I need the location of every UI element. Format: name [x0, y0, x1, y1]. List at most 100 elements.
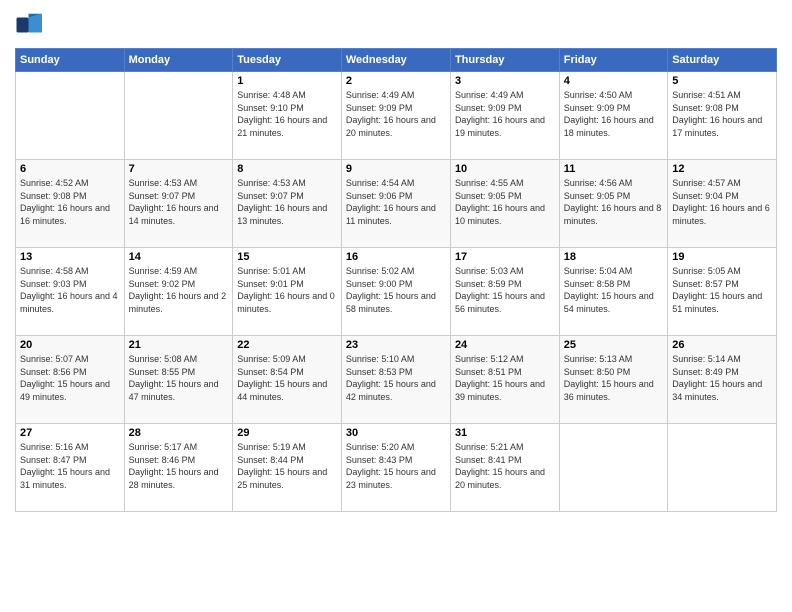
calendar-cell: 9 Sunrise: 4:54 AMSunset: 9:06 PMDaylight… — [341, 160, 450, 248]
day-info: Sunrise: 5:07 AMSunset: 8:56 PMDaylight:… — [20, 353, 120, 403]
calendar-cell: 13 Sunrise: 4:58 AMSunset: 9:03 PMDayligh… — [16, 248, 125, 336]
calendar-cell: 31 Sunrise: 5:21 AMSunset: 8:41 PMDayligh… — [450, 424, 559, 512]
logo-icon — [15, 10, 45, 40]
calendar-cell: 8 Sunrise: 4:53 AMSunset: 9:07 PMDaylight… — [233, 160, 342, 248]
calendar-cell: 18 Sunrise: 5:04 AMSunset: 8:58 PMDayligh… — [559, 248, 667, 336]
calendar-week-row: 13 Sunrise: 4:58 AMSunset: 9:03 PMDayligh… — [16, 248, 777, 336]
day-number: 29 — [237, 427, 337, 439]
calendar-day-header: Sunday — [16, 49, 125, 72]
day-info: Sunrise: 4:54 AMSunset: 9:06 PMDaylight:… — [346, 177, 446, 227]
day-number: 12 — [672, 163, 772, 175]
day-number: 25 — [564, 339, 663, 351]
day-number: 24 — [455, 339, 555, 351]
calendar-cell: 7Sunrise: 4:53 AMSunset: 9:07 PMDaylight… — [124, 160, 233, 248]
calendar-week-row: 6Sunrise: 4:52 AMSunset: 9:08 PMDaylight… — [16, 160, 777, 248]
calendar-cell: 10 Sunrise: 4:55 AMSunset: 9:05 PMDayligh… — [450, 160, 559, 248]
day-number: 27 — [20, 427, 120, 439]
day-number: 14 — [129, 251, 229, 263]
calendar-cell: 12 Sunrise: 4:57 AMSunset: 9:04 PMDayligh… — [668, 160, 777, 248]
calendar-cell: 30 Sunrise: 5:20 AMSunset: 8:43 PMDayligh… — [341, 424, 450, 512]
calendar-cell: 14 Sunrise: 4:59 AMSunset: 9:02 PMDayligh… — [124, 248, 233, 336]
day-info: Sunrise: 5:14 AMSunset: 8:49 PMDaylight:… — [672, 353, 772, 403]
calendar-cell: 20 Sunrise: 5:07 AMSunset: 8:56 PMDayligh… — [16, 336, 125, 424]
calendar-cell — [668, 424, 777, 512]
calendar-cell: 15Sunrise: 5:01 AMSunset: 9:01 PMDayligh… — [233, 248, 342, 336]
day-number: 16 — [346, 251, 446, 263]
day-number: 30 — [346, 427, 446, 439]
day-info: Sunrise: 4:48 AMSunset: 9:10 PMDaylight:… — [237, 89, 337, 139]
calendar-cell: 4Sunrise: 4:50 AMSunset: 9:09 PMDaylight… — [559, 72, 667, 160]
calendar-cell: 16 Sunrise: 5:02 AMSunset: 9:00 PMDayligh… — [341, 248, 450, 336]
day-number: 26 — [672, 339, 772, 351]
day-number: 3 — [455, 75, 555, 87]
calendar-cell: 11 Sunrise: 4:56 AMSunset: 9:05 PMDayligh… — [559, 160, 667, 248]
day-number: 18 — [564, 251, 663, 263]
calendar-header-row: SundayMondayTuesdayWednesdayThursdayFrid… — [16, 49, 777, 72]
calendar-cell — [124, 72, 233, 160]
day-info: Sunrise: 4:59 AMSunset: 9:02 PMDaylight:… — [129, 265, 229, 315]
day-info: Sunrise: 5:02 AMSunset: 9:00 PMDaylight:… — [346, 265, 446, 315]
calendar-day-header: Wednesday — [341, 49, 450, 72]
calendar-day-header: Friday — [559, 49, 667, 72]
calendar-cell: 24 Sunrise: 5:12 AMSunset: 8:51 PMDayligh… — [450, 336, 559, 424]
day-number: 19 — [672, 251, 772, 263]
day-info: Sunrise: 5:09 AMSunset: 8:54 PMDaylight:… — [237, 353, 337, 403]
day-number: 9 — [346, 163, 446, 175]
day-number: 11 — [564, 163, 663, 175]
calendar: SundayMondayTuesdayWednesdayThursdayFrid… — [15, 48, 777, 512]
day-info: Sunrise: 4:53 AMSunset: 9:07 PMDaylight:… — [129, 177, 229, 227]
day-info: Sunrise: 4:56 AMSunset: 9:05 PMDaylight:… — [564, 177, 663, 227]
header — [15, 10, 777, 40]
day-number: 23 — [346, 339, 446, 351]
day-info: Sunrise: 5:04 AMSunset: 8:58 PMDaylight:… — [564, 265, 663, 315]
day-number: 1 — [237, 75, 337, 87]
day-number: 20 — [20, 339, 120, 351]
day-number: 17 — [455, 251, 555, 263]
calendar-cell: 5Sunrise: 4:51 AMSunset: 9:08 PMDaylight… — [668, 72, 777, 160]
day-info: Sunrise: 5:21 AMSunset: 8:41 PMDaylight:… — [455, 441, 555, 491]
day-number: 31 — [455, 427, 555, 439]
calendar-cell: 29Sunrise: 5:19 AMSunset: 8:44 PMDayligh… — [233, 424, 342, 512]
day-info: Sunrise: 5:08 AMSunset: 8:55 PMDaylight:… — [129, 353, 229, 403]
calendar-cell: 22 Sunrise: 5:09 AMSunset: 8:54 PMDayligh… — [233, 336, 342, 424]
calendar-cell — [559, 424, 667, 512]
calendar-day-header: Thursday — [450, 49, 559, 72]
calendar-cell: 2Sunrise: 4:49 AMSunset: 9:09 PMDaylight… — [341, 72, 450, 160]
day-info: Sunrise: 4:57 AMSunset: 9:04 PMDaylight:… — [672, 177, 772, 227]
calendar-cell: 17 Sunrise: 5:03 AMSunset: 8:59 PMDayligh… — [450, 248, 559, 336]
page: SundayMondayTuesdayWednesdayThursdayFrid… — [0, 0, 792, 612]
calendar-cell: 19 Sunrise: 5:05 AMSunset: 8:57 PMDayligh… — [668, 248, 777, 336]
day-number: 21 — [129, 339, 229, 351]
day-info: Sunrise: 4:53 AMSunset: 9:07 PMDaylight:… — [237, 177, 337, 227]
day-number: 4 — [564, 75, 663, 87]
calendar-day-header: Monday — [124, 49, 233, 72]
day-info: Sunrise: 5:20 AMSunset: 8:43 PMDaylight:… — [346, 441, 446, 491]
day-number: 10 — [455, 163, 555, 175]
day-info: Sunrise: 5:03 AMSunset: 8:59 PMDaylight:… — [455, 265, 555, 315]
day-number: 13 — [20, 251, 120, 263]
day-info: Sunrise: 4:51 AMSunset: 9:08 PMDaylight:… — [672, 89, 772, 139]
calendar-day-header: Tuesday — [233, 49, 342, 72]
calendar-cell: 21 Sunrise: 5:08 AMSunset: 8:55 PMDayligh… — [124, 336, 233, 424]
day-number: 2 — [346, 75, 446, 87]
day-info: Sunrise: 4:58 AMSunset: 9:03 PMDaylight:… — [20, 265, 120, 315]
logo — [15, 10, 47, 40]
calendar-cell: 3 Sunrise: 4:49 AMSunset: 9:09 PMDaylight… — [450, 72, 559, 160]
calendar-cell: 25Sunrise: 5:13 AMSunset: 8:50 PMDayligh… — [559, 336, 667, 424]
day-info: Sunrise: 4:52 AMSunset: 9:08 PMDaylight:… — [20, 177, 120, 227]
day-info: Sunrise: 5:16 AMSunset: 8:47 PMDaylight:… — [20, 441, 120, 491]
day-info: Sunrise: 5:12 AMSunset: 8:51 PMDaylight:… — [455, 353, 555, 403]
day-number: 15 — [237, 251, 337, 263]
day-info: Sunrise: 4:55 AMSunset: 9:05 PMDaylight:… — [455, 177, 555, 227]
day-number: 8 — [237, 163, 337, 175]
calendar-week-row: 1 Sunrise: 4:48 AMSunset: 9:10 PMDaylight… — [16, 72, 777, 160]
day-number: 22 — [237, 339, 337, 351]
calendar-day-header: Saturday — [668, 49, 777, 72]
calendar-cell: 26 Sunrise: 5:14 AMSunset: 8:49 PMDayligh… — [668, 336, 777, 424]
day-number: 28 — [129, 427, 229, 439]
calendar-cell: 27 Sunrise: 5:16 AMSunset: 8:47 PMDayligh… — [16, 424, 125, 512]
calendar-cell: 1 Sunrise: 4:48 AMSunset: 9:10 PMDaylight… — [233, 72, 342, 160]
day-info: Sunrise: 4:49 AMSunset: 9:09 PMDaylight:… — [455, 89, 555, 139]
day-info: Sunrise: 5:05 AMSunset: 8:57 PMDaylight:… — [672, 265, 772, 315]
calendar-cell: 28Sunrise: 5:17 AMSunset: 8:46 PMDayligh… — [124, 424, 233, 512]
